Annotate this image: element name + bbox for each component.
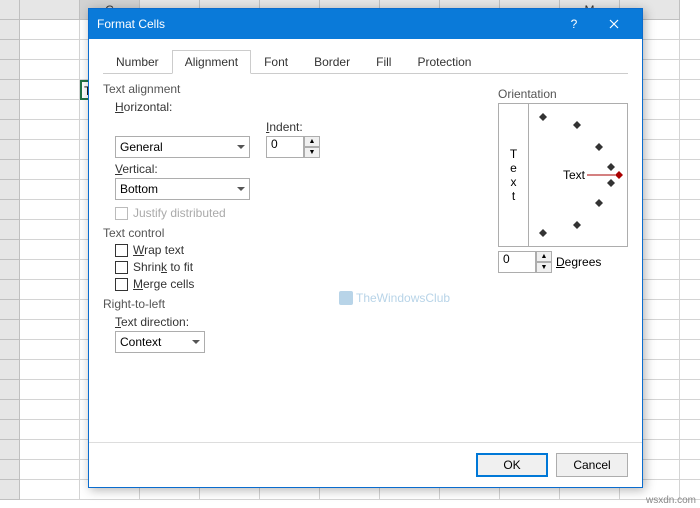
tab-alignment[interactable]: Alignment — [172, 50, 251, 74]
degrees-down[interactable]: ▼ — [536, 262, 552, 273]
cancel-button[interactable]: Cancel — [556, 453, 628, 477]
dialog-title: Format Cells — [97, 17, 554, 31]
cell[interactable] — [20, 300, 80, 320]
orientation-horiz-text: Text — [563, 168, 586, 182]
cell[interactable] — [680, 440, 700, 460]
cell[interactable] — [680, 180, 700, 200]
indent-up[interactable]: ▲ — [304, 136, 320, 147]
cell[interactable] — [20, 200, 80, 220]
titlebar[interactable]: Format Cells ? — [89, 9, 642, 39]
shrink-checkbox[interactable] — [115, 261, 128, 274]
merge-checkbox[interactable] — [115, 278, 128, 291]
cell[interactable] — [680, 40, 700, 60]
cell[interactable] — [20, 240, 80, 260]
cell[interactable] — [680, 280, 700, 300]
text-direction-select[interactable]: Context — [115, 331, 205, 353]
cell[interactable] — [20, 380, 80, 400]
ok-button[interactable]: OK — [476, 453, 548, 477]
cell[interactable] — [20, 120, 80, 140]
cell[interactable] — [680, 320, 700, 340]
cell[interactable] — [20, 60, 80, 80]
cell[interactable] — [20, 140, 80, 160]
orientation-group: Orientation — [498, 87, 628, 101]
degrees-up[interactable]: ▲ — [536, 251, 552, 262]
cell[interactable] — [20, 180, 80, 200]
wrap-text-label: Wrap text — [133, 243, 184, 257]
cell[interactable] — [680, 400, 700, 420]
cell[interactable] — [20, 80, 80, 100]
cell[interactable] — [20, 160, 80, 180]
tab-strip: Number Alignment Font Border Fill Protec… — [103, 49, 628, 74]
cell[interactable] — [680, 220, 700, 240]
format-cells-dialog: Format Cells ? Number Alignment Font Bor… — [88, 8, 643, 488]
cell[interactable] — [20, 320, 80, 340]
horizontal-select[interactable]: General — [115, 136, 250, 158]
justify-distributed-checkbox — [115, 207, 128, 220]
cell[interactable] — [680, 160, 700, 180]
degrees-label: Degrees — [556, 255, 601, 269]
cell[interactable] — [20, 260, 80, 280]
cell[interactable] — [20, 460, 80, 480]
cell[interactable] — [680, 240, 700, 260]
cell[interactable] — [20, 440, 80, 460]
cell[interactable] — [680, 80, 700, 100]
cell[interactable] — [680, 460, 700, 480]
cell[interactable] — [20, 40, 80, 60]
shrink-label: Shrink to fit — [133, 260, 193, 274]
orientation-box[interactable]: Text Text — [498, 103, 628, 247]
col-header[interactable] — [20, 0, 80, 20]
cell[interactable] — [20, 280, 80, 300]
cell[interactable] — [680, 340, 700, 360]
tab-border[interactable]: Border — [301, 50, 363, 74]
cell[interactable] — [680, 380, 700, 400]
indent-label: Indent: — [266, 120, 320, 134]
cell[interactable] — [20, 220, 80, 240]
close-button[interactable] — [594, 9, 634, 39]
orientation-dial[interactable]: Text — [529, 104, 627, 246]
cell[interactable] — [20, 420, 80, 440]
cell[interactable] — [680, 360, 700, 380]
credit-text: wsxdn.com — [646, 495, 696, 506]
vertical-select[interactable]: Bottom — [115, 178, 250, 200]
degrees-spinner[interactable]: 0 ▲ ▼ — [498, 251, 552, 273]
orientation-vertical-text[interactable]: Text — [499, 104, 529, 246]
cell[interactable] — [20, 340, 80, 360]
tab-protection[interactable]: Protection — [404, 50, 484, 74]
close-icon — [609, 19, 619, 29]
cell[interactable] — [680, 300, 700, 320]
cell[interactable] — [20, 100, 80, 120]
indent-spinner[interactable]: 0 ▲ ▼ — [266, 136, 320, 158]
justify-distributed-label: Justify distributed — [133, 206, 226, 220]
cell[interactable] — [20, 360, 80, 380]
cell[interactable] — [680, 20, 700, 40]
cell[interactable] — [680, 420, 700, 440]
cell[interactable] — [680, 140, 700, 160]
merge-label: Merge cells — [133, 277, 194, 291]
cell[interactable] — [680, 120, 700, 140]
indent-down[interactable]: ▼ — [304, 147, 320, 158]
tab-number[interactable]: Number — [103, 50, 172, 74]
cell[interactable] — [20, 400, 80, 420]
cell[interactable] — [20, 20, 80, 40]
rtl-group: Right-to-left — [103, 297, 628, 311]
cell[interactable] — [680, 100, 700, 120]
cell[interactable] — [680, 60, 700, 80]
wrap-text-checkbox[interactable] — [115, 244, 128, 257]
text-direction-label: Text direction: — [115, 315, 628, 329]
help-button[interactable]: ? — [554, 9, 594, 39]
cell[interactable] — [20, 480, 80, 500]
cell[interactable] — [680, 200, 700, 220]
tab-font[interactable]: Font — [251, 50, 301, 74]
cell[interactable] — [680, 260, 700, 280]
tab-fill[interactable]: Fill — [363, 50, 404, 74]
